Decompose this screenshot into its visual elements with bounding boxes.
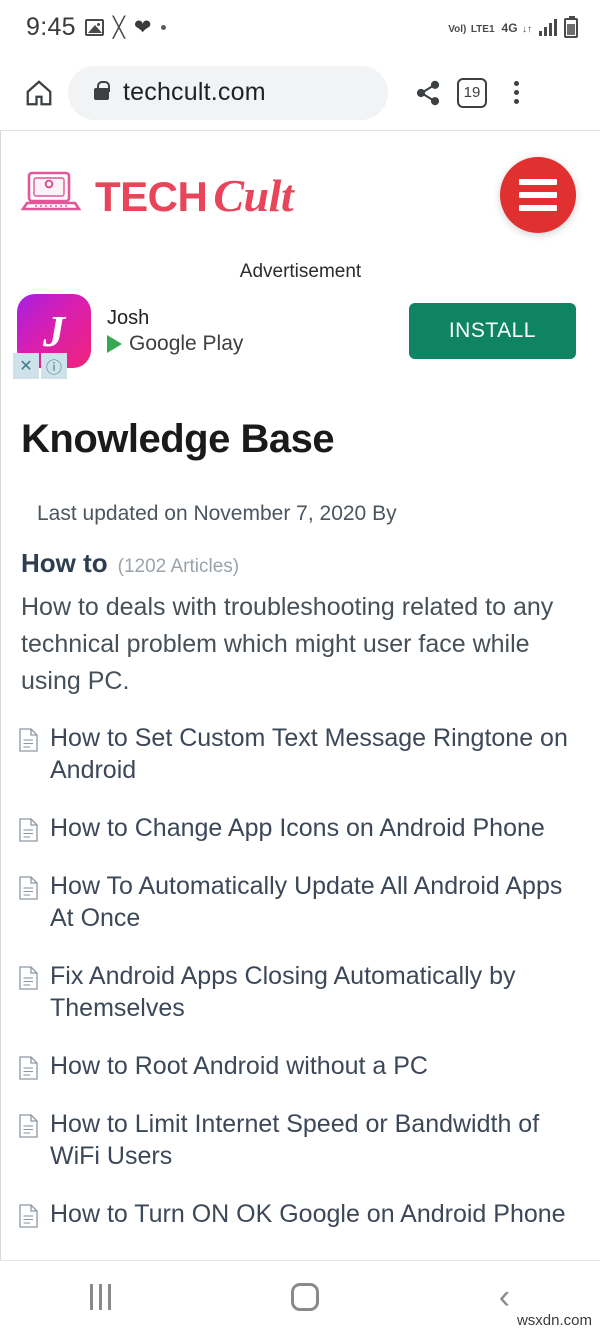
site-logo[interactable]: TECH Cult [20, 169, 294, 222]
status-bar-right: Vol) LTE1 4G ↓↑ [448, 15, 578, 38]
category-name[interactable]: How to [21, 548, 108, 579]
advertisement-label: Advertisement [239, 261, 362, 282]
list-item[interactable]: How to Set Custom Text Message Ringtone … [1, 722, 600, 786]
tab-count-label: 19 [457, 77, 487, 108]
android-nav-bar: ‹ wsxdn.com [0, 1260, 600, 1333]
list-item[interactable]: How To Automatically Update All Android … [1, 870, 600, 934]
article-title[interactable]: How to Turn ON OK Google on Android Phon… [50, 1198, 566, 1230]
install-button[interactable]: INSTALL [408, 303, 576, 359]
document-icon [19, 1056, 38, 1080]
scissors-icon: ╳ [112, 16, 125, 39]
document-icon [19, 1114, 38, 1138]
article-title[interactable]: How to Set Custom Text Message Ringtone … [50, 722, 578, 786]
category-header: How to (1202 Articles) [1, 526, 600, 579]
ad-app-meta: Josh Google Play [107, 307, 243, 356]
list-item[interactable]: How to Root Android without a PC [1, 1050, 600, 1082]
lock-icon [94, 81, 110, 100]
tab-counter-button[interactable]: 19 [450, 71, 494, 115]
home-button[interactable] [290, 1283, 319, 1311]
google-play-icon [107, 334, 122, 353]
category-article-count: (1202 Articles) [117, 556, 240, 577]
watermark: wsxdn.com [516, 1312, 592, 1329]
url-bar[interactable]: techcult.com [68, 65, 388, 120]
category-description: How to deals with troubleshooting relate… [21, 593, 554, 695]
ad-info-icon[interactable]: ⓘ [41, 353, 67, 379]
more-vertical-icon[interactable] [494, 71, 538, 115]
google-play-badge: Google Play [107, 332, 243, 356]
article-list: How to Set Custom Text Message Ringtone … [1, 700, 600, 1230]
advertisement-banner[interactable]: J Josh Google Play INSTALL ✕ ⓘ [1, 283, 600, 379]
status-time: 9:45 [26, 13, 76, 41]
browser-toolbar: techcult.com 19 [0, 55, 600, 131]
image-icon [84, 19, 104, 36]
back-button[interactable]: ‹ [499, 1280, 510, 1314]
signal-bars-icon [539, 19, 557, 36]
network-type-indicator: 4G ↓↑ [501, 20, 532, 35]
ad-close-icon[interactable]: ✕ [13, 353, 39, 379]
document-icon [19, 818, 38, 842]
page-title: Knowledge Base [21, 417, 335, 461]
dot-icon [160, 25, 166, 30]
phone-screen: 9:45 ╳ ❤ Vol) LTE1 4G ↓↑ techcult.com 19… [0, 0, 600, 1333]
hamburger-menu-icon[interactable] [500, 157, 576, 233]
list-item[interactable]: How to Limit Internet Speed or Bandwidth… [1, 1108, 600, 1172]
google-play-label: Google Play [129, 331, 244, 355]
battery-icon [564, 15, 578, 38]
document-icon [19, 876, 38, 900]
volte-indicator: Vol) LTE1 [448, 23, 495, 35]
ad-app-name: Josh [107, 306, 150, 329]
share-icon[interactable] [406, 71, 450, 115]
document-icon [19, 1204, 38, 1228]
url-text[interactable]: techcult.com [123, 78, 266, 107]
document-icon [19, 728, 38, 752]
heart-check-icon: ❤ [133, 16, 152, 39]
article-title[interactable]: How to Change App Icons on Android Phone [50, 812, 545, 844]
home-icon[interactable] [16, 70, 62, 116]
recents-button[interactable] [89, 1284, 111, 1310]
laptop-icon [20, 169, 82, 222]
ad-app-icon-letter: J [43, 306, 65, 356]
last-updated-text: Last updated on November 7, 2020 By [37, 502, 397, 525]
article-title[interactable]: Fix Android Apps Closing Automatically b… [50, 960, 578, 1024]
article-title[interactable]: How to Limit Internet Speed or Bandwidth… [50, 1108, 578, 1172]
ad-controls: ✕ ⓘ [13, 353, 67, 379]
article-title[interactable]: How To Automatically Update All Android … [50, 870, 578, 934]
list-item[interactable]: How to Turn ON OK Google on Android Phon… [1, 1198, 600, 1230]
document-icon [19, 966, 38, 990]
logo-text-secondary: Cult [213, 169, 294, 221]
status-bar-left: 9:45 ╳ ❤ [26, 13, 166, 42]
status-bar: 9:45 ╳ ❤ Vol) LTE1 4G ↓↑ [0, 0, 600, 55]
webpage-viewport: TECH Cult Advertisement J Josh Google Pl… [0, 131, 600, 1260]
list-item[interactable]: How to Change App Icons on Android Phone [1, 812, 600, 844]
article-title[interactable]: How to Root Android without a PC [50, 1050, 428, 1082]
site-header: TECH Cult [1, 131, 600, 243]
site-logo-text: TECH Cult [95, 169, 294, 222]
list-item[interactable]: Fix Android Apps Closing Automatically b… [1, 960, 600, 1024]
logo-text-primary: TECH [95, 172, 208, 220]
